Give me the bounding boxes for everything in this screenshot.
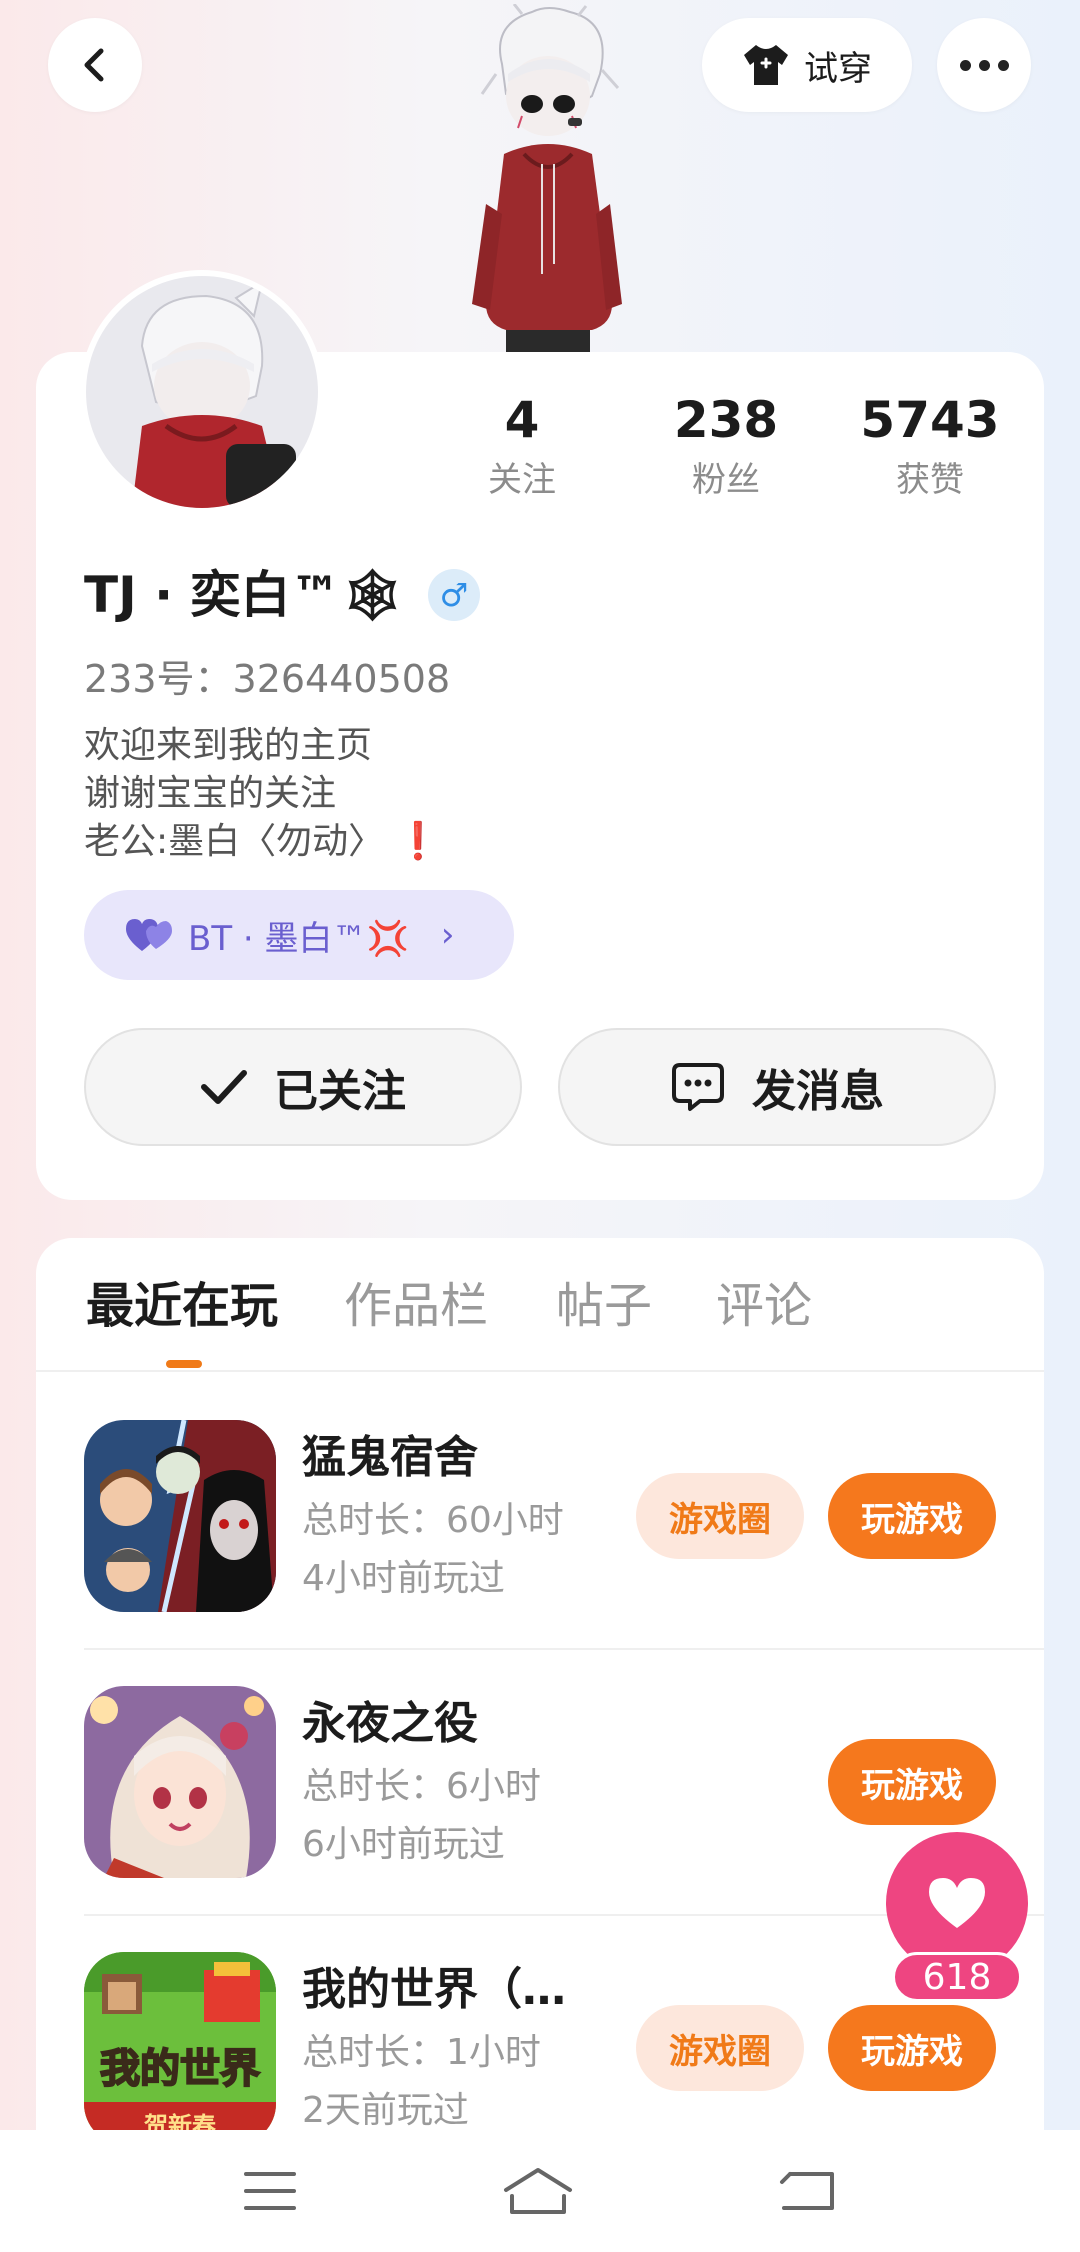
tab-comments[interactable]: 评论: [716, 1268, 812, 1344]
game-duration: 总时长：6小时: [302, 1766, 541, 1807]
play-game-button[interactable]: 玩游戏: [828, 1739, 996, 1825]
menu-icon[interactable]: [242, 2170, 298, 2212]
try-on-button[interactable]: 试穿: [702, 18, 912, 112]
game-duration: 总时长：1小时: [302, 2032, 541, 2073]
back-button[interactable]: [48, 18, 142, 112]
avatar-image: [86, 276, 318, 508]
back-arrow-icon: [84, 48, 104, 82]
character-figure: [472, 4, 622, 352]
tab-indicator: [166, 1360, 202, 1368]
back-nav-icon[interactable]: [778, 2168, 838, 2214]
stat-following-count: 4: [504, 391, 540, 449]
stat-fans[interactable]: 238 粉丝: [646, 388, 806, 504]
stat-fans-count: 238: [673, 391, 779, 449]
tab-works[interactable]: 作品栏: [344, 1268, 488, 1344]
tab-recently-played[interactable]: 最近在玩: [86, 1268, 278, 1344]
bio-line-text: 老公:墨白〈勿动〉: [84, 821, 385, 862]
following-button[interactable]: 已关注: [84, 1028, 522, 1146]
bond-label: BT · 墨白™💢: [188, 918, 409, 959]
system-nav-bar: [0, 2130, 1080, 2252]
game-icon-ghost-dorm[interactable]: [84, 1420, 276, 1612]
following-label: 已关注: [274, 1066, 406, 1117]
play-game-button[interactable]: 玩游戏: [828, 2005, 996, 2091]
game-last-played: 2天前玩过: [302, 2090, 469, 2131]
heart-icon: [929, 1878, 985, 1928]
try-on-label: 试穿: [804, 48, 872, 89]
send-message-button[interactable]: 发消息: [558, 1028, 996, 1146]
play-game-button[interactable]: 玩游戏: [828, 1473, 996, 1559]
like-count: 618: [892, 1952, 1022, 2002]
exclamation-icon: ❗: [395, 821, 441, 862]
double-heart-icon: [126, 919, 172, 951]
game-circle-button[interactable]: 游戏圈: [636, 2005, 804, 2091]
chat-bubble-icon: [672, 1063, 724, 1111]
game-name[interactable]: 永夜之役: [302, 1694, 478, 1754]
row-separator: [84, 1648, 1044, 1650]
game-last-played: 4小时前玩过: [302, 1558, 505, 1599]
send-message-label: 发消息: [752, 1066, 884, 1117]
stat-likes-label: 获赞: [896, 460, 964, 500]
stat-following-label: 关注: [488, 460, 556, 500]
game-circle-button[interactable]: 游戏圈: [636, 1473, 804, 1559]
bio-line: 欢迎来到我的主页: [84, 725, 373, 766]
bond-badge[interactable]: BT · 墨白™💢 ›: [84, 890, 514, 980]
game-icon-eternal-night[interactable]: [84, 1686, 276, 1878]
tshirt-icon: [744, 45, 788, 85]
minecraft-logo-text: 我的世界: [100, 2046, 260, 2092]
tab-divider: [36, 1370, 1044, 1372]
game-duration: 总时长：60小时: [302, 1500, 564, 1541]
bio: 欢迎来到我的主页 谢谢宝宝的关注 老公:墨白〈勿动〉 ❗: [84, 722, 440, 866]
stat-likes-count: 5743: [860, 391, 1000, 449]
game-name[interactable]: 我的世界（…: [302, 1960, 566, 2020]
tab-posts[interactable]: 帖子: [556, 1268, 652, 1344]
stat-fans-label: 粉丝: [692, 460, 760, 500]
more-dots-icon: [959, 59, 1009, 71]
gender-badge: ♂: [428, 569, 480, 621]
user-id: 233号：326440508: [84, 657, 451, 701]
chevron-right-icon: ›: [440, 915, 455, 955]
bio-line: 谢谢宝宝的关注: [84, 773, 337, 814]
game-icon-minecraft[interactable]: 我的世界 贺新春: [84, 1952, 276, 2144]
profile-name-row: TJ · 奕白™🕸 ♂: [84, 560, 480, 630]
avatar[interactable]: [86, 276, 318, 508]
profile-name: TJ · 奕白™🕸: [84, 566, 404, 624]
game-name[interactable]: 猛鬼宿舍: [302, 1428, 478, 1488]
home-icon[interactable]: [502, 2166, 574, 2216]
bio-line: 老公:墨白〈勿动〉 ❗: [84, 818, 440, 866]
stat-likes[interactable]: 5743 获赞: [850, 388, 1010, 504]
game-last-played: 6小时前玩过: [302, 1824, 505, 1865]
check-icon: [201, 1070, 247, 1104]
more-button[interactable]: [937, 18, 1031, 112]
stat-following[interactable]: 4 关注: [442, 388, 602, 504]
